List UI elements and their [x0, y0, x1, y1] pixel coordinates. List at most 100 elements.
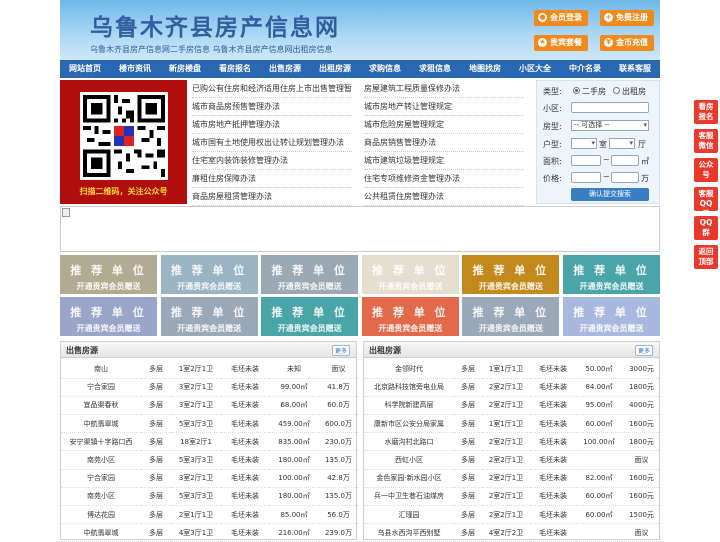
recommend-unit-tile[interactable]: 推 荐 单 位开通贵宾会员赠送 [563, 297, 660, 336]
policy-link[interactable]: 商品房屋租赁管理办法 [192, 188, 352, 206]
recharge-button[interactable]: ¥ 金币充值 [600, 35, 654, 51]
price-max-input[interactable] [611, 172, 639, 183]
listing-community[interactable]: 兵一中卫生巷石油煤房 [364, 487, 454, 507]
area-max-input[interactable] [611, 155, 639, 166]
recommend-unit-tile[interactable]: 推 荐 单 位开通贵宾会员赠送 [60, 297, 157, 336]
table-row[interactable]: 兵一中卫生巷石油煤房 多层 2室2厅1卫 毛坯未装 60.00㎡ 1600元 [364, 487, 661, 507]
nav-map-search[interactable]: 地图找房 [460, 60, 510, 78]
listing-community[interactable]: 南苑小区 [61, 450, 141, 470]
price-min-input[interactable] [571, 172, 601, 183]
recommend-unit-tile[interactable]: 推 荐 单 位开通贵宾会员赠送 [361, 297, 459, 336]
table-row[interactable]: 南山 多层 1室2厅1卫 毛坯未装 未知 面议 [61, 360, 358, 379]
recommend-unit-tile[interactable]: 推 荐 单 位开通贵宾会员赠送 [462, 255, 560, 294]
nav-news[interactable]: 楼市资讯 [110, 60, 160, 78]
policy-link[interactable]: 住宅专项维修资金管理办法 [364, 170, 524, 188]
sidebar-official-account[interactable]: 公众号 [694, 158, 718, 182]
policy-link[interactable]: 已购公有住房和经济适用住房上市出售管理暂 [192, 80, 352, 98]
table-row[interactable]: 北京路科技馆旁电业局 多层 2室2厅1卫 毛坯未装 84.00㎡ 1800元 [364, 378, 661, 397]
listing-community[interactable]: 南苑小区 [61, 487, 141, 507]
nav-wanted-buy[interactable]: 求购信息 [360, 60, 410, 78]
nav-viewing-signup[interactable]: 看房报名 [210, 60, 260, 78]
policy-link[interactable]: 公共租赁住房管理办法 [364, 188, 524, 206]
search-submit-button[interactable]: 确认提交搜索 [571, 188, 649, 201]
register-button[interactable]: + 免费注册 [600, 10, 654, 26]
listing-community[interactable]: 宜品渠春秋 [61, 396, 141, 416]
policy-link[interactable]: 城市房地产抵押管理办法 [192, 116, 352, 134]
recommend-unit-tile[interactable]: 推 荐 单 位开通贵宾会员赠送 [160, 297, 258, 336]
table-row[interactable]: 博达花园 多层 2室1厅1卫 毛坯未装 85.00㎡ 56.0万 [61, 505, 358, 525]
listing-community[interactable]: 康新市区公安分局家属 [364, 414, 454, 434]
sidebar-viewing-signup[interactable]: 看房 报名 [694, 100, 718, 124]
table-row[interactable]: 西虹小区 多层 2室2厅1卫 毛坯未装 面议 [364, 450, 661, 470]
nav-new-homes[interactable]: 新房楼盘 [160, 60, 210, 78]
table-row[interactable]: 南苑小区 多层 5室3厅3卫 毛坯未装 180.00㎡ 135.0万 [61, 487, 358, 507]
nav-communities[interactable]: 小区大全 [510, 60, 560, 78]
type-radio-secondhand[interactable] [573, 87, 580, 94]
sidebar-qq-group[interactable]: QQ 群 [694, 216, 718, 240]
banner-ad[interactable] [60, 206, 660, 252]
recommend-unit-tile[interactable]: 推 荐 单 位开通贵宾会员赠送 [563, 255, 660, 294]
listing-community[interactable]: 金色家园·新水园小区 [364, 469, 454, 488]
listing-community[interactable]: 水磨沟村北路口 [364, 432, 454, 452]
area-min-input[interactable] [571, 155, 601, 166]
policy-link[interactable]: 城市房地产转让管理规定 [364, 98, 524, 116]
recommend-unit-tile[interactable]: 推 荐 单 位开通贵宾会员赠送 [60, 255, 157, 294]
table-row[interactable]: 金色家园·新水园小区 多层 2室2厅1卫 毛坯未装 82.00㎡ 1600元 [364, 469, 661, 488]
table-row[interactable]: 宜品渠春秋 多层 3室2厅1卫 毛坯未装 68.00㎡ 60.0万 [61, 396, 358, 416]
listing-community[interactable]: 中航翡翠城 [61, 414, 141, 434]
table-row[interactable]: 南苑小区 多层 5室3厅3卫 毛坯未装 180.00㎡ 135.0万 [61, 450, 358, 470]
table-row[interactable]: 宁合家园 多层 3室2厅1卫 毛坯未装 99.00㎡ 41.8万 [61, 378, 358, 397]
room-count-select[interactable] [571, 138, 597, 149]
listing-community[interactable]: 金领时代 [364, 360, 454, 379]
sidebar-service-qq[interactable]: 客服 QQ 号 [694, 187, 718, 218]
listing-community[interactable]: 西虹小区 [364, 450, 454, 470]
hall-count-select[interactable] [609, 138, 635, 149]
policy-link[interactable]: 城市危险房屋管理规定 [364, 116, 524, 134]
recommend-unit-tile[interactable]: 推 荐 单 位开通贵宾会员赠送 [261, 255, 359, 294]
house-type-select[interactable]: -- 可选择 -- [571, 120, 649, 131]
listing-community[interactable]: 安宁渠镇十字路口西 [61, 432, 141, 452]
listing-community[interactable]: 宁合家园 [61, 469, 141, 488]
more-button[interactable]: 更多 [634, 345, 653, 356]
login-button[interactable]: ● 会员登录 [534, 10, 588, 26]
policy-link[interactable]: 廉租住房保障办法 [192, 170, 352, 188]
nav-agencies[interactable]: 中介名录 [560, 60, 610, 78]
policy-link[interactable]: 城市建筑垃圾管理规定 [364, 152, 524, 170]
recommend-unit-tile[interactable]: 推 荐 单 位开通贵宾会员赠送 [361, 255, 459, 294]
recommend-unit-tile[interactable]: 推 荐 单 位开通贵宾会员赠送 [160, 255, 258, 294]
community-input[interactable] [571, 102, 649, 113]
table-row[interactable]: 水磨沟村北路口 多层 2室2厅1卫 毛坯未装 100.00㎡ 1800元 [364, 432, 661, 452]
nav-for-rent[interactable]: 出租房源 [310, 60, 360, 78]
policy-link[interactable]: 城市国有土地使用权出让转让规划管理办法 [192, 134, 352, 152]
sidebar-back-to-top[interactable]: 返回 顶部 [694, 245, 718, 269]
listing-community[interactable]: 乌县水西沟平西别墅 [364, 523, 454, 542]
policy-link[interactable]: 房屋建筑工程质量保修办法 [364, 80, 524, 98]
table-row[interactable]: 汇瑾园 多层 2室2厅1卫 毛坯未装 60.00㎡ 1500元 [364, 505, 661, 525]
type-radio-rental[interactable] [613, 87, 620, 94]
listing-community[interactable]: 中航翡翠城 [61, 523, 141, 542]
listing-community[interactable]: 北京路科技馆旁电业局 [364, 378, 454, 397]
table-row[interactable]: 乌县水西沟平西别墅 多层 4室2厅2卫 毛坯未装 面议 [364, 523, 661, 542]
more-button[interactable]: 更多 [331, 345, 350, 356]
policy-link[interactable]: 城市商品房预售管理办法 [192, 98, 352, 116]
sidebar-service-wechat[interactable]: 客服 微信 [694, 129, 718, 153]
vip-package-button[interactable]: ★ 贵宾套餐 [534, 35, 588, 51]
nav-contact[interactable]: 联系客服 [610, 60, 660, 78]
policy-link[interactable]: 住宅室内装饰装修管理办法 [192, 152, 352, 170]
nav-wanted-rent[interactable]: 求租信息 [410, 60, 460, 78]
listing-community[interactable]: 博达花园 [61, 505, 141, 525]
recommend-unit-tile[interactable]: 推 荐 单 位开通贵宾会员赠送 [261, 297, 359, 336]
listing-community[interactable]: 南山 [61, 360, 141, 379]
listing-community[interactable]: 宁合家园 [61, 378, 141, 397]
table-row[interactable]: 宁合家园 多层 3室2厅1卫 毛坯未装 100.00㎡ 42.8万 [61, 469, 358, 488]
table-row[interactable]: 金领时代 多层 1室1厅1卫 毛坯未装 50.00㎡ 3000元 [364, 360, 661, 379]
table-row[interactable]: 科学院新建高层 多层 2室2厅1卫 毛坯未装 95.00㎡ 4000元 [364, 396, 661, 416]
listing-community[interactable]: 汇瑾园 [364, 505, 454, 525]
table-row[interactable]: 中航翡翠城 多层 4室3厅1卫 毛坯未装 216.00㎡ 239.0万 [61, 523, 358, 542]
nav-for-sale[interactable]: 出售房源 [260, 60, 310, 78]
recommend-unit-tile[interactable]: 推 荐 单 位开通贵宾会员赠送 [462, 297, 560, 336]
site-title[interactable]: 乌鲁木齐县房产信息网 [90, 8, 340, 42]
table-row[interactable]: 中航翡翠城 多层 5室3厅3卫 毛坯未装 459.00㎡ 600.0万 [61, 414, 358, 434]
table-row[interactable]: 安宁渠镇十字路口西 多层 18室2厅1 毛坯未装 835.00㎡ 230.0万 [61, 432, 358, 452]
nav-home[interactable]: 网站首页 [60, 60, 110, 78]
